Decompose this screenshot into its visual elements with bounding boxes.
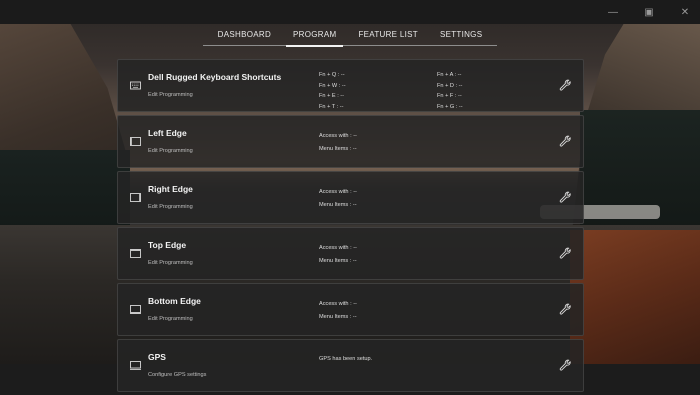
configure-gps-link[interactable]: Configure GPS settings — [148, 372, 206, 378]
access-with: Access with : -- — [319, 133, 357, 139]
program-card-gps[interactable]: GPS Configure GPS settings GPS has been … — [117, 339, 584, 392]
shortcut-column-right: Fn + A : -- Fn + D : -- Fn + F : -- Fn +… — [437, 70, 463, 112]
shortcut-fn-q: Fn + Q : -- — [319, 72, 345, 78]
program-card-left-edge[interactable]: Left Edge Edit Programming Access with :… — [117, 115, 584, 168]
edge-settings: Access with : -- Menu Items : -- — [319, 130, 357, 155]
wrench-icon[interactable] — [559, 303, 571, 315]
shortcut-fn-d: Fn + D : -- — [437, 82, 463, 89]
access-with: Access with : -- — [319, 301, 357, 307]
tab-program[interactable]: PROGRAM — [282, 24, 347, 47]
shortcut-column-left: Fn + Q : -- Fn + W : -- Fn + E : -- Fn +… — [319, 70, 346, 112]
wrench-icon[interactable] — [559, 79, 571, 91]
card-title: Top Edge — [148, 240, 187, 250]
card-title: Bottom Edge — [148, 296, 201, 306]
close-button[interactable]: ✕ — [678, 7, 692, 18]
gps-status-text: GPS has been setup. — [319, 356, 373, 362]
edge-right-icon — [130, 193, 141, 202]
edit-programming-link[interactable]: Edit Programming — [148, 92, 193, 98]
edge-top-icon — [130, 249, 141, 258]
edit-programming-link[interactable]: Edit Programming — [148, 204, 193, 210]
program-card-top-edge[interactable]: Top Edge Edit Programming Access with : … — [117, 227, 584, 280]
wrench-icon[interactable] — [559, 247, 571, 259]
edge-settings: Access with : -- Menu Items : -- — [319, 186, 357, 211]
title-bar: — ▣ ✕ — [0, 0, 700, 24]
shortcut-fn-w: Fn + W : -- — [319, 82, 346, 89]
tab-dashboard[interactable]: DASHBOARD — [207, 24, 282, 45]
edge-bottom-icon — [130, 305, 141, 314]
window-controls: — ▣ ✕ — [606, 0, 692, 24]
program-card-right-edge[interactable]: Right Edge Edit Programming Access with … — [117, 171, 584, 224]
wrench-icon[interactable] — [559, 191, 571, 203]
gps-status: GPS has been setup. — [319, 354, 372, 365]
access-with: Access with : -- — [319, 189, 357, 195]
shortcut-fn-a: Fn + A : -- — [437, 72, 462, 78]
card-title: Dell Rugged Keyboard Shortcuts — [148, 72, 282, 82]
shortcut-fn-t: Fn + T : -- — [319, 103, 344, 110]
edge-settings: Access with : -- Menu Items : -- — [319, 298, 357, 323]
minimize-button[interactable]: — — [606, 7, 620, 18]
card-title: Right Edge — [148, 184, 193, 194]
program-card-keyboard-shortcuts[interactable]: Dell Rugged Keyboard Shortcuts Edit Prog… — [117, 59, 584, 112]
shortcut-fn-e: Fn + E : -- — [319, 93, 345, 99]
keyboard-icon — [130, 81, 141, 90]
menu-items: Menu Items : -- — [319, 201, 357, 208]
tab-feature-list[interactable]: FEATURE LIST — [347, 24, 428, 45]
edit-programming-link[interactable]: Edit Programming — [148, 260, 193, 266]
menu-items: Menu Items : -- — [319, 257, 357, 264]
card-title: GPS — [148, 352, 166, 362]
edge-settings: Access with : -- Menu Items : -- — [319, 242, 357, 267]
main-navigation: DASHBOARD PROGRAM FEATURE LIST SETTINGS — [0, 24, 700, 47]
wrench-icon[interactable] — [559, 135, 571, 147]
maximize-button[interactable]: ▣ — [642, 7, 656, 18]
edit-programming-link[interactable]: Edit Programming — [148, 316, 193, 322]
wrench-icon[interactable] — [559, 359, 571, 371]
menu-items: Menu Items : -- — [319, 145, 357, 152]
shortcut-fn-g: Fn + G : -- — [437, 103, 463, 110]
program-list: Dell Rugged Keyboard Shortcuts Edit Prog… — [117, 59, 584, 395]
tab-settings[interactable]: SETTINGS — [429, 24, 493, 45]
edit-programming-link[interactable]: Edit Programming — [148, 148, 193, 154]
shortcut-fn-f: Fn + F : -- — [437, 93, 462, 99]
edge-left-icon — [130, 137, 141, 146]
program-card-bottom-edge[interactable]: Bottom Edge Edit Programming Access with… — [117, 283, 584, 336]
menu-items: Menu Items : -- — [319, 313, 357, 320]
access-with: Access with : -- — [319, 245, 357, 251]
gps-icon — [130, 361, 141, 370]
card-title: Left Edge — [148, 128, 187, 138]
